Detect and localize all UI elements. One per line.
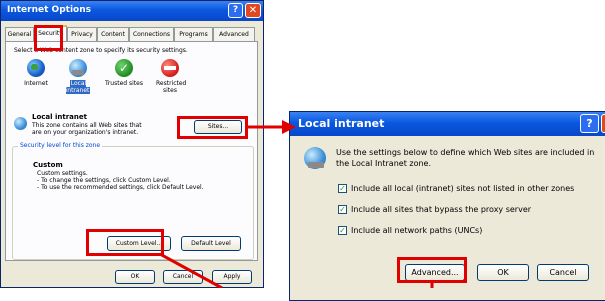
zone-description-1: This zone contains all Web sites that — [32, 122, 142, 129]
custom-line-1: Custom settings. — [37, 170, 88, 177]
custom-line-3: - To use the recommended settings, click… — [37, 184, 204, 191]
apply-button[interactable]: Apply — [212, 270, 252, 284]
zone-internet[interactable]: Internet — [16, 59, 56, 87]
internet-options-title: Internet Options — [7, 5, 91, 15]
intranet-description-1: Use the settings below to define which W… — [336, 148, 595, 157]
zone-restricted-sites[interactable]: Restricted sites — [152, 59, 188, 94]
custom-title: Custom — [33, 161, 63, 169]
tab-general[interactable]: General — [5, 27, 34, 41]
zone-description-2: are on your organization's intranet. — [32, 129, 139, 136]
zone-label: Local intranet — [65, 80, 91, 94]
zone-label: Restricted sites — [156, 80, 187, 94]
tab-privacy[interactable]: Privacy — [67, 27, 97, 41]
intranet-icon — [304, 147, 326, 169]
option-row[interactable]: ✓ Include all local (intranet) sites not… — [338, 183, 605, 195]
default-level-button[interactable]: Default Level — [181, 236, 241, 251]
help-button[interactable]: ? — [580, 114, 599, 133]
include-network-paths-checkbox[interactable]: ✓ — [338, 226, 347, 235]
intranet-icon — [69, 59, 87, 77]
custom-level-highlight — [86, 229, 164, 256]
tab-programs[interactable]: Programs — [174, 27, 213, 41]
zone-heading: Local intranet — [32, 113, 87, 121]
include-local-sites-checkbox[interactable]: ✓ — [338, 184, 347, 193]
option-label: Include all sites that bypass the proxy … — [351, 205, 532, 214]
security-tab-highlight — [34, 25, 63, 51]
internet-options-titlebar[interactable]: Internet Options ? ✕ — [1, 1, 263, 21]
option-row[interactable]: ✓ Include all sites that bypass the prox… — [338, 204, 605, 216]
local-intranet-titlebar[interactable]: Local intranet ? ✕ — [290, 112, 605, 136]
zone-label: Internet — [24, 80, 48, 87]
close-button[interactable]: ✕ — [245, 3, 261, 18]
tab-content[interactable]: Content — [97, 27, 129, 41]
advanced-button-highlight — [397, 257, 467, 283]
zone-local-intranet[interactable]: Local intranet — [58, 59, 98, 94]
option-row[interactable]: ✓ Include all network paths (UNCs) — [338, 225, 605, 237]
local-intranet-title: Local intranet — [298, 117, 385, 130]
tab-connections[interactable]: Connections — [129, 27, 174, 41]
ok-button[interactable]: OK — [115, 270, 155, 284]
ok-button[interactable]: OK — [477, 264, 529, 281]
globe-icon — [27, 59, 45, 77]
intranet-description-2: the Local Intranet zone. — [336, 159, 432, 168]
checkmark-icon: ✓ — [115, 59, 133, 77]
zone-label: Trusted sites — [105, 80, 143, 87]
security-level-label: Security level for this zone — [18, 142, 103, 149]
help-button[interactable]: ? — [228, 3, 243, 18]
intranet-small-icon — [14, 117, 27, 130]
option-label: Include all local (intranet) sites not l… — [351, 184, 575, 193]
cancel-button[interactable]: Cancel — [163, 270, 203, 284]
close-button[interactable]: ✕ — [601, 114, 605, 133]
custom-line-2: - To change the settings, click Custom L… — [37, 177, 171, 184]
security-panel: Select a Web content zone to specify its… — [5, 41, 258, 261]
restricted-icon — [161, 59, 179, 77]
include-bypass-proxy-checkbox[interactable]: ✓ — [338, 205, 347, 214]
option-label: Include all network paths (UNCs) — [351, 226, 483, 235]
tab-advanced[interactable]: Advanced — [213, 27, 255, 41]
zone-trusted-sites[interactable]: ✓ Trusted sites — [102, 59, 146, 87]
cancel-button[interactable]: Cancel — [537, 264, 589, 281]
sites-button-highlight — [177, 116, 248, 139]
